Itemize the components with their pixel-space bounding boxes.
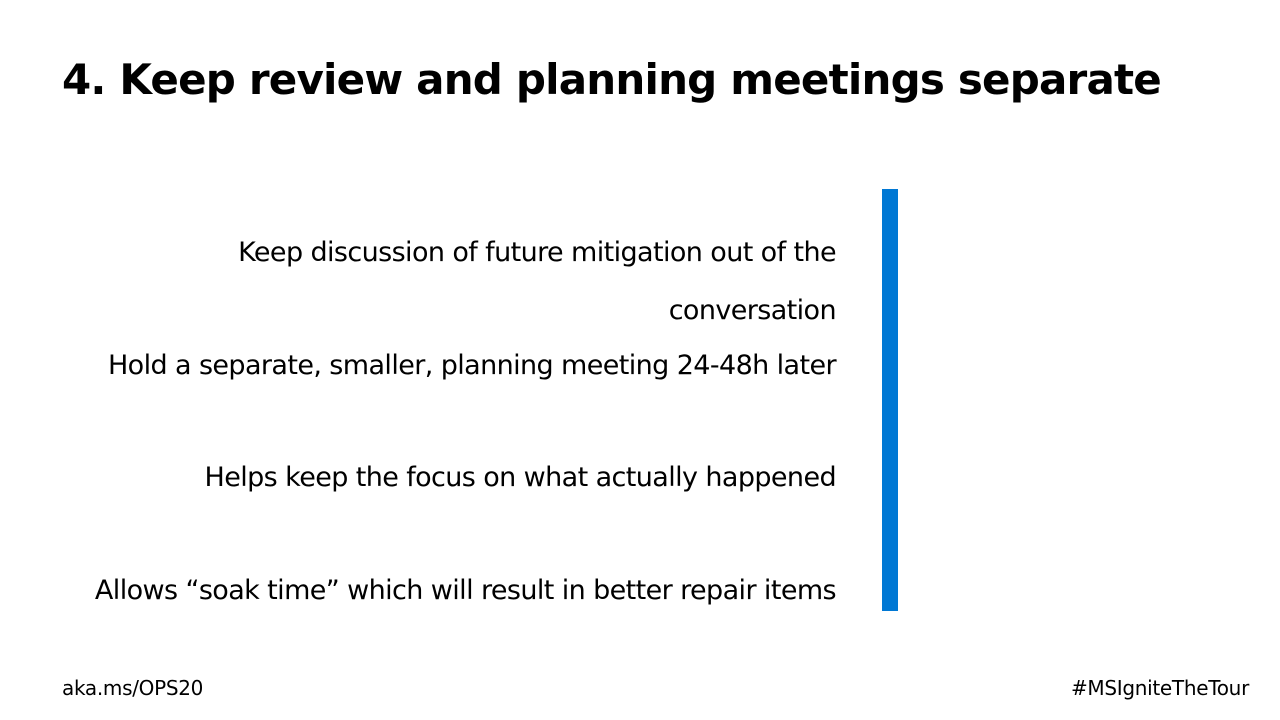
accent-bar <box>882 189 898 611</box>
slide-title: 4. Keep review and planning meetings sep… <box>62 55 1162 104</box>
footer-hashtag: #MSIgniteTheTour <box>1070 676 1249 700</box>
footer-link[interactable]: aka.ms/OPS20 <box>62 674 203 702</box>
bullet-soak-time: Allows “soak time” which will result in … <box>94 575 837 606</box>
slide: 4. Keep review and planning meetings sep… <box>0 0 1280 720</box>
bullet-future-mitigation: Keep discussion of future mitigation out… <box>238 237 836 326</box>
bullet-separate-meeting: Hold a separate, smaller, planning meeti… <box>107 350 837 381</box>
bullet-focus: Helps keep the focus on what actually ha… <box>204 462 837 493</box>
